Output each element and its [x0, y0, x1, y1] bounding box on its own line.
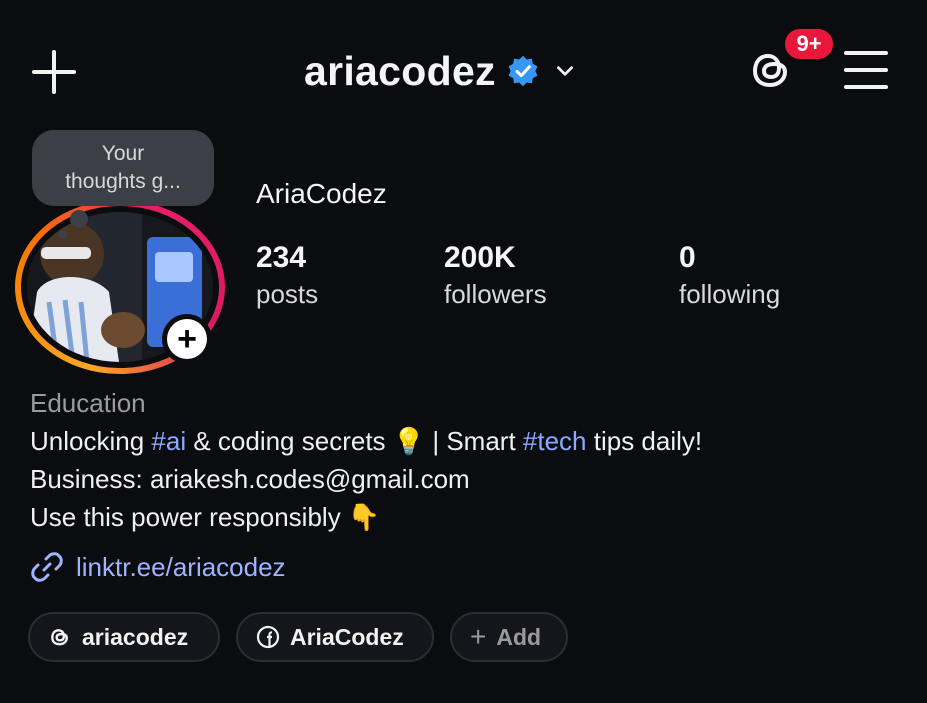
notification-badge: 9+: [782, 26, 836, 62]
plus-icon: +: [470, 621, 487, 652]
threads-chip-label: ariacodez: [82, 623, 189, 650]
add-story-button[interactable]: +: [162, 314, 212, 364]
followers-label: followers: [444, 279, 547, 309]
display-name: AriaCodez: [256, 178, 387, 209]
stat-following[interactable]: 0 following: [679, 240, 780, 312]
hashtag-ai[interactable]: #ai: [151, 426, 186, 456]
verified-badge-icon: [508, 55, 538, 87]
facebook-icon: [256, 625, 280, 649]
create-button[interactable]: [32, 50, 76, 94]
menu-icon[interactable]: [844, 51, 888, 89]
bio-line-1: Unlocking #ai & coding secrets 💡 | Smart…: [30, 426, 703, 456]
following-label: following: [679, 279, 781, 309]
add-story-icon: +: [167, 319, 207, 359]
add-link-chip[interactable]: + Add: [450, 612, 568, 662]
profile-category: Education: [30, 388, 146, 418]
hashtag-tech[interactable]: #tech: [523, 426, 587, 456]
profile-link-text: linktr.ee/ariacodez: [76, 551, 286, 582]
profile-link[interactable]: linktr.ee/ariacodez: [30, 550, 286, 584]
username: ariacodez: [304, 47, 496, 94]
add-chip-label: Add: [496, 623, 542, 650]
note-text-line1: Your: [101, 142, 145, 165]
followers-count: 200K: [444, 241, 516, 274]
account-switcher[interactable]: ariacodez: [304, 46, 576, 96]
facebook-chip-label: AriaCodez: [290, 623, 404, 650]
bio-line-2: Business: ariakesh.codes@gmail.com: [30, 464, 470, 494]
facebook-chip[interactable]: AriaCodez: [236, 612, 434, 662]
stat-posts[interactable]: 234 posts: [256, 240, 318, 312]
bio-line-3: Use this power responsibly 👇: [30, 502, 381, 532]
link-icon: [31, 552, 63, 582]
note-text-line2: thoughts g...: [65, 170, 181, 193]
threads-chip[interactable]: ariacodez: [28, 612, 220, 662]
threads-icon: [51, 629, 68, 646]
posts-count: 234: [256, 241, 307, 274]
following-count: 0: [679, 241, 696, 274]
posts-label: posts: [256, 279, 319, 309]
note-bubble[interactable]: Your thoughts g...: [32, 130, 214, 206]
stat-followers[interactable]: 200K followers: [444, 240, 547, 312]
chevron-down-icon: [556, 66, 573, 76]
